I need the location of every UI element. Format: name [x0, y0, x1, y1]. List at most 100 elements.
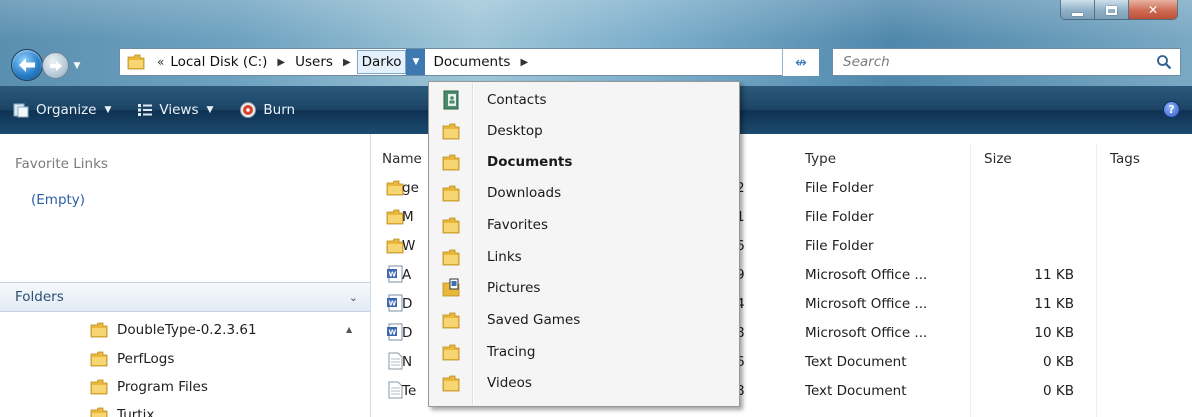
menu-item-label: Saved Games: [487, 312, 581, 328]
row-type: File Folder: [805, 209, 874, 225]
menu-item-contacts[interactable]: Contacts: [429, 85, 739, 115]
folders-header[interactable]: Folders ⌄: [0, 282, 370, 312]
row-type: Text Document: [805, 383, 907, 399]
folder-icon: [442, 312, 460, 329]
menu-item-label: Tracing: [487, 344, 536, 360]
folder-icon: [442, 185, 460, 202]
burn-disc-icon: [240, 102, 257, 118]
column-divider: [1096, 144, 1097, 417]
folder-icon: [90, 407, 108, 417]
menu-item-documents[interactable]: Documents: [429, 147, 739, 177]
search-icon[interactable]: [1156, 54, 1172, 70]
maximize-button[interactable]: [1095, 0, 1129, 19]
window-controls: ✕: [1060, 0, 1178, 20]
menu-item-desktop[interactable]: Desktop: [429, 116, 739, 146]
menu-item-label: Videos: [487, 375, 532, 391]
search-input[interactable]: [843, 54, 1143, 70]
folder-icon: [442, 375, 460, 392]
contacts-icon: [443, 90, 459, 110]
favorite-links-empty: (Empty): [31, 192, 86, 208]
maximize-icon: [1106, 5, 1117, 15]
folder-icon: [90, 351, 108, 367]
folder-icon: [442, 249, 460, 266]
row-type: File Folder: [805, 238, 874, 254]
column-header-size[interactable]: Size: [984, 144, 1012, 174]
organize-label: Organize: [36, 102, 97, 118]
menu-item-label: Documents: [487, 154, 573, 170]
forward-button[interactable]: [42, 52, 69, 79]
search-box[interactable]: [832, 48, 1181, 76]
row-type: Microsoft Office ...: [805, 267, 928, 283]
chevron-down-icon: ▼: [104, 105, 112, 115]
address-bar[interactable]: « Local Disk (C:) ▶ Users ▶ Darko ▼ Docu…: [119, 48, 819, 76]
row-type: Text Document: [805, 354, 907, 370]
views-icon: [138, 104, 153, 116]
svg-text:W: W: [389, 271, 397, 279]
tree-item[interactable]: PerfLogs: [90, 350, 174, 368]
scroll-up-arrow-icon[interactable]: ▲: [346, 325, 352, 334]
breadcrumb-dropdown-menu: Contacts Desktop Documents Downloads Fav…: [428, 81, 740, 407]
breadcrumb-overflow[interactable]: «: [157, 55, 164, 69]
refresh-icon: ↮: [795, 54, 807, 71]
back-button[interactable]: [11, 49, 43, 81]
organize-menu[interactable]: Organize ▼: [12, 102, 111, 118]
pictures-icon: [442, 278, 460, 297]
folder-icon: [442, 344, 460, 361]
help-icon: ?: [1168, 103, 1175, 116]
menu-item-links[interactable]: Links: [429, 242, 739, 272]
row-name: D: [402, 296, 413, 312]
burn-button[interactable]: Burn: [239, 101, 295, 119]
column-header-tags[interactable]: Tags: [1110, 144, 1140, 174]
svg-text:W: W: [389, 329, 397, 337]
chevron-down-icon: ▼: [412, 57, 420, 67]
chevron-right-icon[interactable]: ▶: [343, 57, 351, 68]
menu-item-favorites[interactable]: Favorites: [429, 210, 739, 240]
breadcrumb-dropdown-button[interactable]: ▼: [406, 49, 426, 75]
breadcrumb-darko[interactable]: Darko: [356, 50, 407, 74]
row-size: 11 KB: [1034, 267, 1074, 283]
minimize-icon: [1072, 12, 1083, 16]
chevron-down-icon: ▼: [206, 105, 214, 115]
breadcrumb-local-disk[interactable]: Local Disk (C:): [170, 54, 267, 70]
close-button[interactable]: ✕: [1129, 0, 1177, 19]
column-name-label: Name: [382, 151, 422, 167]
chevron-right-icon[interactable]: ▶: [277, 57, 285, 68]
folder-icon: [90, 322, 108, 338]
chevron-right-icon[interactable]: ▶: [520, 57, 528, 68]
tree-item[interactable]: Turtix: [90, 406, 154, 417]
recent-pages-dropdown[interactable]: ▼: [71, 60, 83, 72]
refresh-button[interactable]: ↮: [782, 49, 819, 76]
menu-item-tracing[interactable]: Tracing: [429, 337, 739, 367]
column-type-label: Type: [805, 151, 837, 167]
minimize-button[interactable]: [1061, 0, 1095, 19]
row-size: 11 KB: [1034, 296, 1074, 312]
column-header-type[interactable]: Type: [805, 144, 836, 174]
row-name: A: [402, 267, 412, 283]
breadcrumb-users[interactable]: Users: [295, 54, 333, 70]
row-type: File Folder: [805, 180, 874, 196]
menu-item-downloads[interactable]: Downloads: [429, 178, 739, 208]
tree-item[interactable]: DoubleType-0.2.3.61: [90, 321, 257, 339]
row-name: Te: [402, 383, 417, 399]
menu-item-saved-games[interactable]: Saved Games: [429, 305, 739, 335]
menu-item-label: Contacts: [487, 92, 547, 108]
tree-item-label: Program Files: [117, 379, 208, 395]
views-menu[interactable]: Views ▼: [137, 102, 213, 118]
close-icon: ✕: [1147, 3, 1159, 17]
menu-item-videos[interactable]: Videos: [429, 368, 739, 398]
forward-arrow-icon: [49, 60, 62, 71]
column-header-name[interactable]: Name: [382, 144, 422, 174]
row-name: W: [402, 238, 416, 254]
help-button[interactable]: ?: [1163, 101, 1180, 118]
svg-text:W: W: [389, 300, 397, 308]
breadcrumb-documents[interactable]: Documents: [433, 54, 510, 70]
folder-icon: [127, 54, 145, 70]
chevron-down-icon: ▼: [73, 61, 81, 71]
menu-item-pictures[interactable]: Pictures: [429, 273, 739, 303]
folder-icon: [442, 217, 460, 234]
menu-item-label: Favorites: [487, 217, 548, 233]
tree-item[interactable]: Program Files: [90, 378, 208, 396]
chevron-down-icon[interactable]: ⌄: [349, 291, 358, 304]
row-size: 0 KB: [1043, 354, 1074, 370]
row-type: Microsoft Office ...: [805, 325, 928, 341]
